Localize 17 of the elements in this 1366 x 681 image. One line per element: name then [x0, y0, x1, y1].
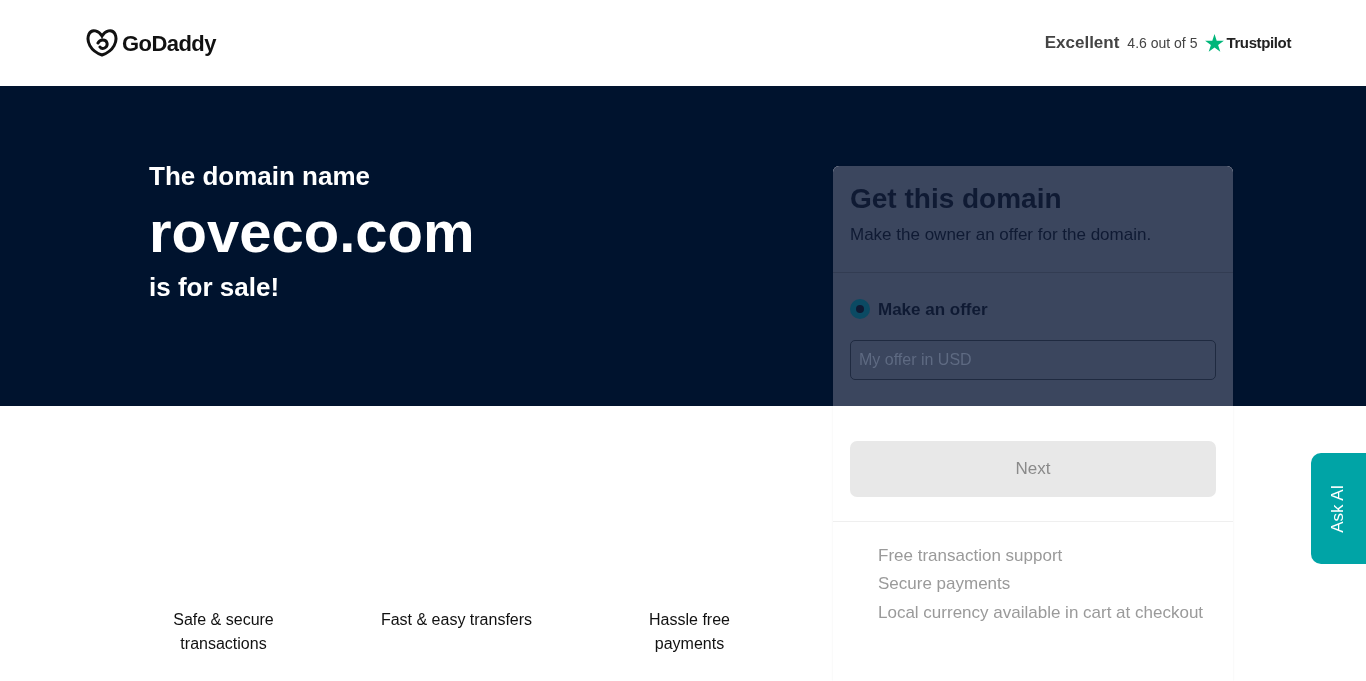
trustpilot-wordmark: Trustpilot: [1226, 32, 1291, 53]
logo-wordmark[interactable]: GoDaddy: [122, 26, 216, 60]
hero-outro: is for sale!: [149, 272, 281, 302]
ask-ai-button[interactable]: Ask AI: [1311, 453, 1366, 564]
feature-label: Fast & easy transfers: [379, 610, 534, 630]
feature-label: Safe & secure transactions: [172, 610, 275, 654]
domain-name: roveco.com: [149, 198, 475, 266]
feature-label: Hassle free payments: [648, 610, 731, 654]
rating-score: 4.6 out of 5: [1127, 33, 1198, 53]
radio-button[interactable]: [850, 299, 870, 320]
benefit-text: Secure payments: [878, 573, 1012, 595]
benefit-text: Free transaction support: [878, 545, 1064, 567]
benefit-text: Local currency available in cart at checkout: [878, 602, 1205, 624]
star-icon: [1205, 34, 1225, 52]
logo-icon: [86, 29, 118, 57]
rating-label: Excellent: [1044, 32, 1120, 55]
hero-intro: The domain name: [149, 160, 372, 192]
